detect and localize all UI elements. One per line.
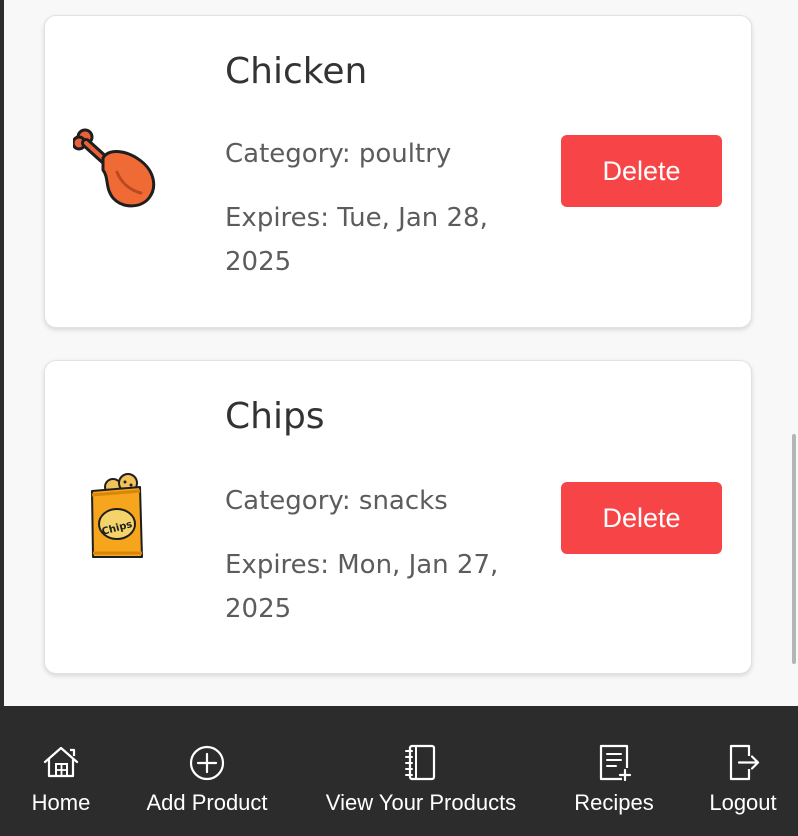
nav-label-home: Home xyxy=(31,790,91,815)
home-icon xyxy=(43,746,79,778)
chicken-leg-icon xyxy=(73,128,156,208)
nav-label-recipes: Recipes xyxy=(574,790,654,815)
product-card: Chicken Category: poultry Expires: Tue, … xyxy=(44,15,752,328)
product-card: Chips Chips Category: snacks Expires: Mo… xyxy=(44,360,752,674)
product-details: Category: poultry Expires: Tue, Jan 28, … xyxy=(225,132,525,304)
product-expiry: Expires: Mon, Jan 27, 2025 xyxy=(225,550,499,624)
product-name: Chips xyxy=(225,396,325,437)
plus-circle-icon xyxy=(189,745,225,781)
nav-item-add-product[interactable]: Add Product xyxy=(146,742,268,828)
product-details: Category: snacks Expires: Mon, Jan 27, 2… xyxy=(225,479,525,651)
nav-label-view-your-products: View Your Products xyxy=(325,790,517,815)
nav-item-recipes[interactable]: Recipes xyxy=(573,742,655,828)
notebook-icon xyxy=(405,744,436,781)
product-name: Chicken xyxy=(225,51,368,92)
scrollbar-thumb[interactable] xyxy=(792,434,796,664)
nav-item-home[interactable]: Home xyxy=(32,742,90,828)
delete-button[interactable]: Delete xyxy=(561,135,722,207)
chips-bag-icon: Chips xyxy=(91,473,143,558)
recipe-add-icon xyxy=(599,744,632,782)
app-frame: Chicken Category: poultry Expires: Tue, … xyxy=(0,0,798,836)
product-category: Category: snacks xyxy=(225,486,448,516)
nav-item-logout[interactable]: Logout xyxy=(708,742,778,828)
product-expiry: Expires: Tue, Jan 28, 2025 xyxy=(225,203,488,277)
nav-label-logout: Logout xyxy=(709,790,777,815)
logout-icon xyxy=(729,744,760,781)
window-edge xyxy=(0,0,4,706)
bottom-navigation: Home Add Product View Your Products Reci… xyxy=(0,706,798,836)
nav-item-view-your-products[interactable]: View Your Products xyxy=(324,742,518,828)
product-category: Category: poultry xyxy=(225,139,452,169)
nav-label-add-product: Add Product xyxy=(146,790,268,815)
delete-button[interactable]: Delete xyxy=(561,482,722,554)
